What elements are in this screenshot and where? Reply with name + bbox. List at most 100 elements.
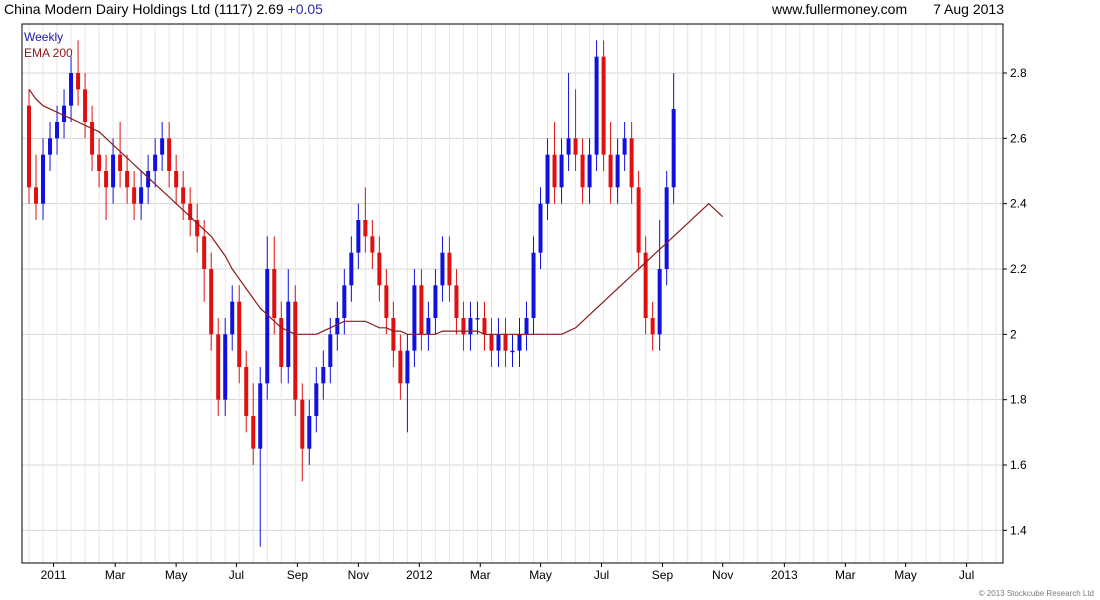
candle-body	[202, 236, 207, 269]
candle-body	[461, 318, 466, 335]
x-tick-label: 2013	[771, 568, 798, 582]
candle	[594, 40, 599, 171]
candle	[118, 122, 123, 188]
candle-body	[531, 252, 536, 318]
candle	[111, 138, 116, 204]
candle-body	[608, 154, 613, 188]
candle	[293, 285, 298, 416]
candle	[83, 73, 88, 139]
x-tick-label: 2011	[41, 568, 67, 582]
candle-body	[629, 138, 634, 188]
candle-body	[111, 154, 116, 188]
candle	[125, 154, 130, 204]
candle	[195, 203, 200, 253]
candle	[314, 367, 319, 433]
x-tick-label: Mar	[105, 568, 126, 582]
x-tick-label: Nov	[712, 568, 733, 582]
candle-body	[580, 154, 585, 188]
candle	[48, 122, 53, 171]
candle-body	[286, 301, 291, 367]
candle	[167, 122, 172, 188]
candle	[454, 269, 459, 335]
candle-body	[258, 383, 263, 449]
x-tick-label: Jul	[959, 568, 974, 582]
candle	[510, 334, 515, 367]
candle	[335, 301, 340, 351]
candle	[489, 318, 494, 367]
candle	[370, 220, 375, 269]
candle	[97, 138, 102, 188]
candle-body	[489, 334, 494, 351]
x-tick-label: May	[165, 568, 188, 582]
candle	[307, 399, 312, 465]
candle-body	[342, 285, 347, 318]
candle	[216, 318, 221, 416]
candle-body	[447, 252, 452, 286]
candle	[258, 367, 263, 547]
candle	[384, 269, 389, 335]
candle	[636, 171, 641, 269]
candle-body	[27, 105, 32, 188]
candle-body	[125, 171, 130, 188]
candle-body	[48, 138, 53, 155]
candle-body	[615, 154, 620, 188]
candle	[104, 154, 109, 220]
candle	[188, 187, 193, 237]
candle-body	[244, 367, 249, 416]
candle-body	[41, 154, 46, 204]
candle	[643, 236, 648, 335]
candle-body	[251, 416, 256, 449]
candle-body	[34, 187, 39, 204]
candle	[76, 40, 81, 106]
x-tick-label: Mar	[835, 568, 856, 582]
x-tick-label: May	[529, 568, 552, 582]
candle-body	[314, 383, 319, 416]
candle	[300, 383, 305, 482]
candle	[440, 236, 445, 302]
candle-body	[622, 138, 627, 155]
candle	[524, 301, 529, 351]
candle-body	[237, 301, 242, 367]
y-tick-label: 2.6	[1010, 131, 1027, 145]
candle-body	[510, 350, 515, 353]
x-tick-label: May	[894, 568, 917, 582]
candle	[223, 318, 228, 416]
candle-body	[90, 122, 95, 155]
candle	[657, 220, 662, 351]
candle-body	[482, 318, 487, 335]
candle-body	[412, 285, 417, 351]
candle	[496, 318, 501, 367]
candle-body	[587, 154, 592, 188]
candle-body	[468, 318, 473, 335]
candlestick-chart: 1.4 1.6 1.8 2 2.2 2.4 2.6 2.8 2011 Mar May Jul Sep No…	[21, 23, 1027, 582]
candle-body	[363, 220, 368, 237]
candle-body	[209, 269, 214, 335]
candle	[398, 334, 403, 400]
x-tick-label: 2012	[406, 568, 433, 582]
candle-body	[139, 187, 144, 204]
ema-line	[28, 88, 724, 335]
candle	[650, 301, 655, 351]
y-tick-label: 1.4	[1010, 523, 1027, 537]
candle-body	[566, 138, 571, 155]
candle-body	[391, 318, 396, 351]
candle-body	[573, 138, 578, 155]
candle-body	[454, 285, 459, 318]
candle-body	[405, 350, 410, 384]
candle-body	[223, 334, 228, 400]
candle-body	[377, 252, 382, 286]
candle	[251, 383, 256, 465]
candle	[174, 154, 179, 204]
candle	[580, 138, 585, 204]
y-tick-label: 2	[1010, 327, 1017, 341]
candle	[265, 236, 270, 400]
candle-body	[293, 301, 298, 400]
candle	[503, 318, 508, 367]
candle-body	[132, 187, 137, 204]
candle-body	[559, 154, 564, 188]
x-tick-label: Sep	[652, 568, 674, 582]
candle	[475, 301, 480, 335]
candle-body	[321, 367, 326, 384]
candle	[671, 73, 676, 204]
x-tick-label: Mar	[470, 568, 491, 582]
